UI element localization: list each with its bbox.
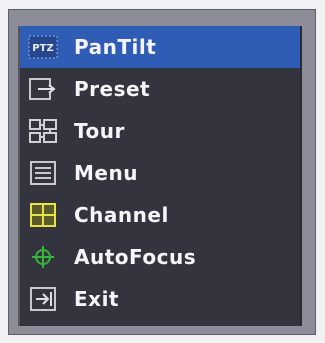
autofocus-icon <box>28 243 58 271</box>
menu-item-label: Preset <box>74 77 151 101</box>
exit-icon <box>28 285 58 313</box>
pantilt-icon: PTZ <box>28 33 58 61</box>
menu-item-tour[interactable]: Tour <box>20 110 300 152</box>
svg-text:PTZ: PTZ <box>32 43 53 54</box>
menu-item-label: PanTilt <box>74 35 157 59</box>
menu-item-label: Menu <box>74 161 138 185</box>
menu-item-exit[interactable]: Exit <box>20 278 300 320</box>
menu-item-label: Channel <box>74 203 169 227</box>
menu-item-label: AutoFocus <box>74 245 197 269</box>
ptz-popup-menu: PTZ PanTilt Preset Tour Menu Channel Aut… <box>18 26 302 326</box>
menu-item-menu[interactable]: Menu <box>20 152 300 194</box>
tour-icon <box>28 117 58 145</box>
menu-item-autofocus[interactable]: AutoFocus <box>20 236 300 278</box>
menu-icon <box>28 159 58 187</box>
menu-item-channel[interactable]: Channel <box>20 194 300 236</box>
menu-item-pantilt[interactable]: PTZ PanTilt <box>20 26 300 68</box>
channel-icon <box>28 201 58 229</box>
menu-item-label: Exit <box>74 287 119 311</box>
menu-item-preset[interactable]: Preset <box>20 68 300 110</box>
menu-item-label: Tour <box>74 119 125 143</box>
preset-icon <box>28 75 58 103</box>
